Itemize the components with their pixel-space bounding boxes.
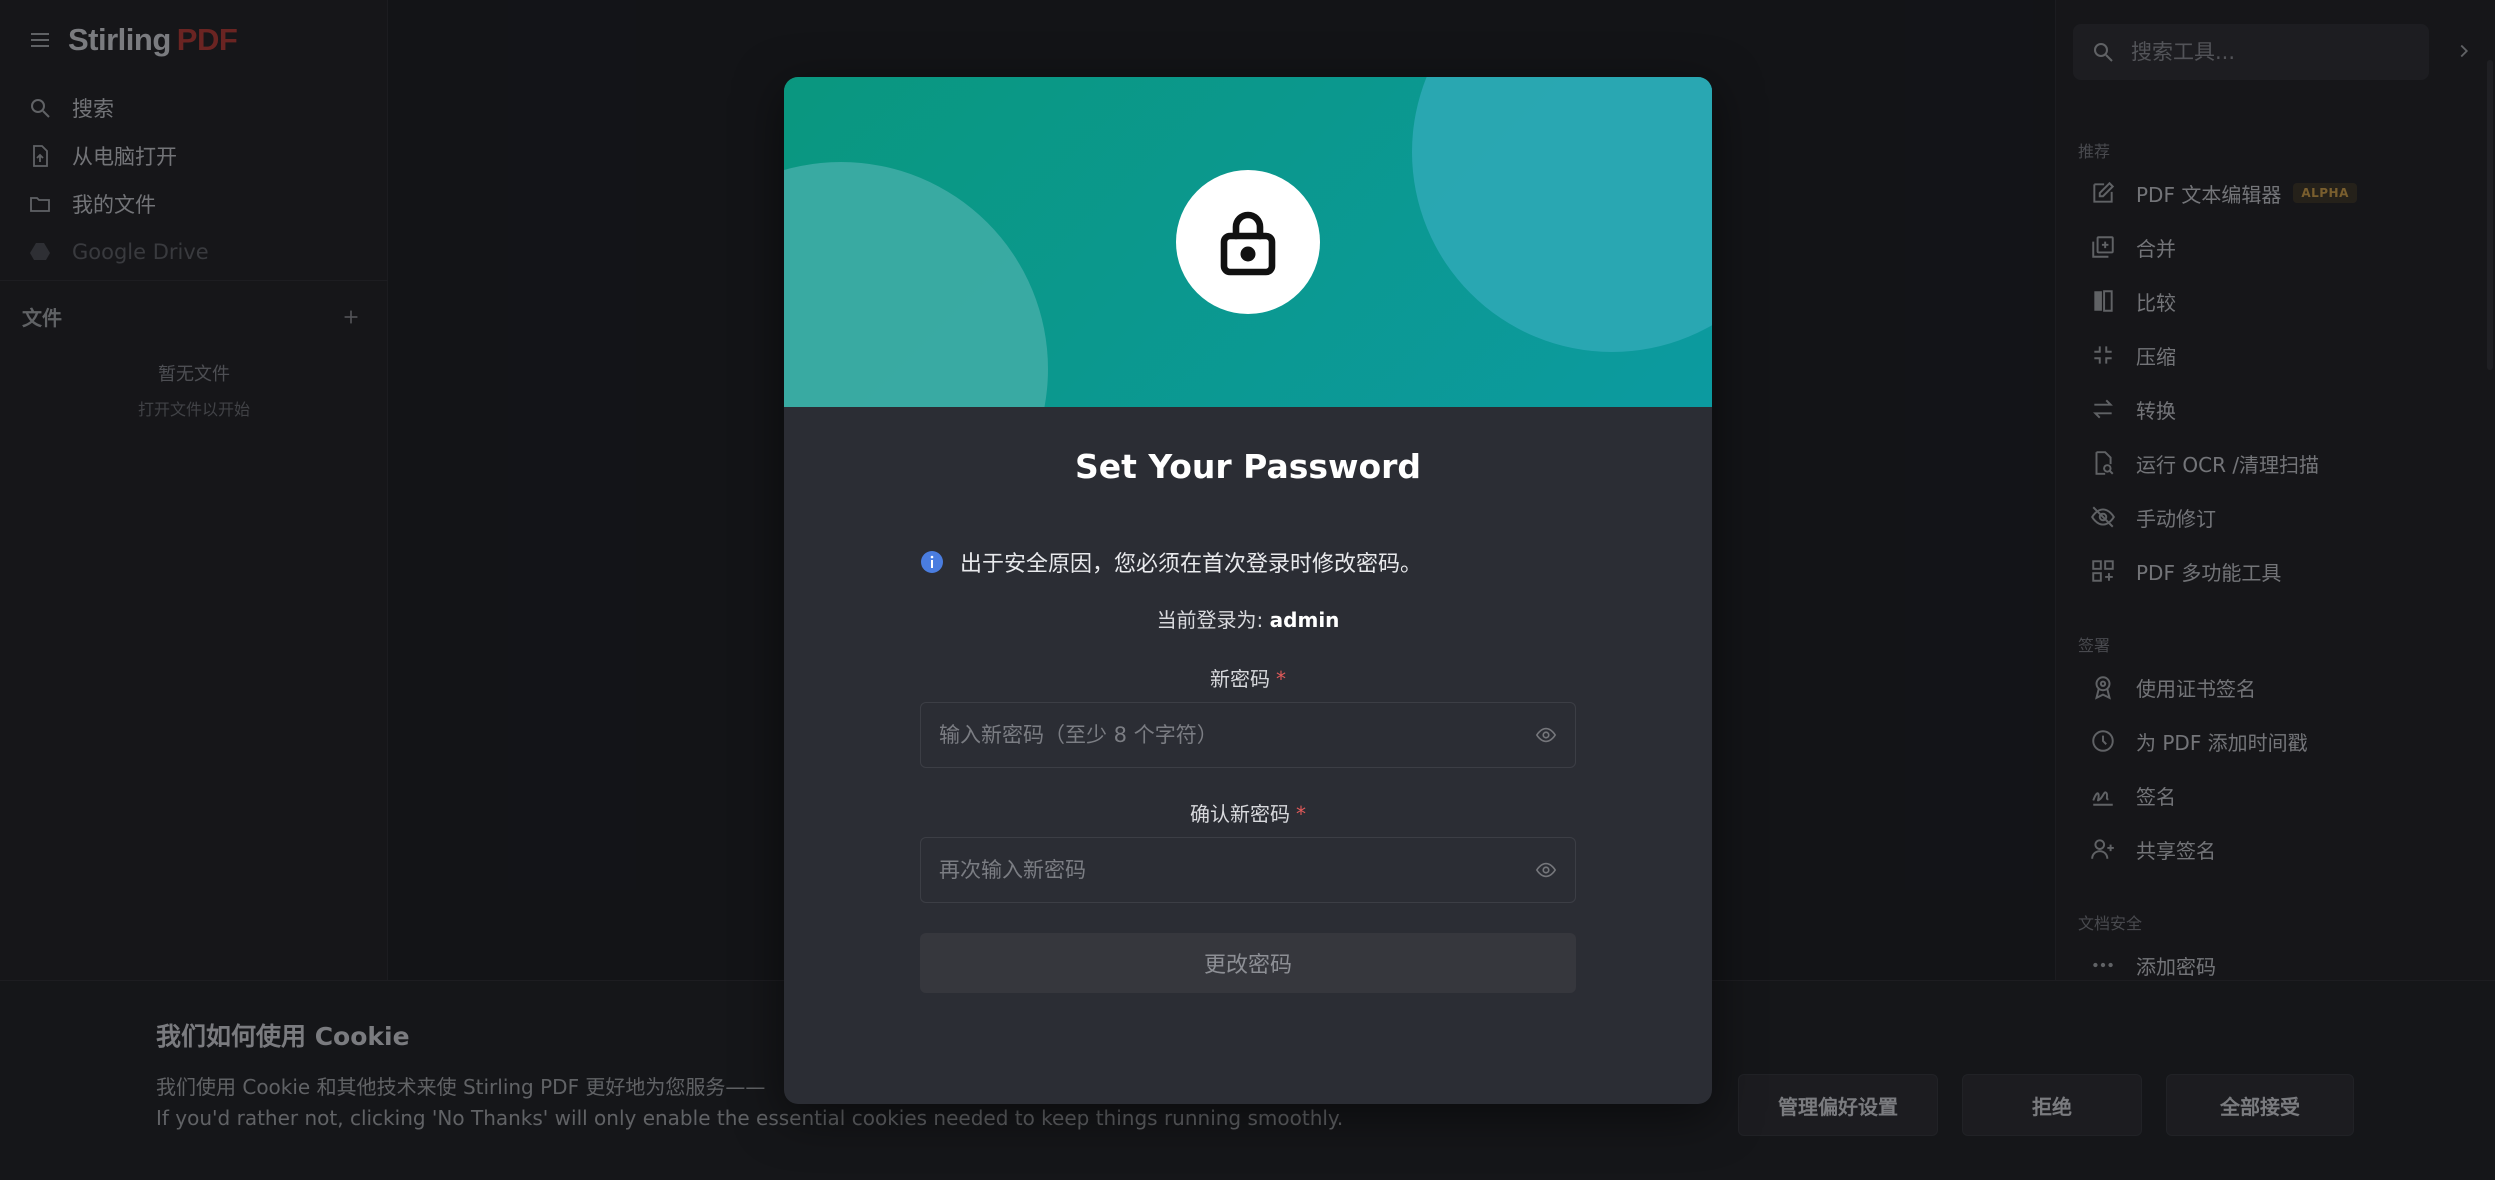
new-password-label-text: 新密码 — [1210, 667, 1270, 691]
username: admin — [1269, 608, 1340, 632]
modal-title: Set Your Password — [1074, 447, 1422, 486]
change-password-button[interactable]: 更改密码 — [920, 933, 1576, 993]
lock-icon — [1220, 211, 1276, 276]
hero-decoration — [1412, 77, 1712, 352]
eye-icon[interactable] — [1535, 724, 1557, 746]
info-icon — [921, 551, 943, 573]
modal-hero — [784, 77, 1712, 407]
set-password-modal: Set Your Password 出于安全原因，您必须在首次登录时修改密码。 … — [784, 77, 1712, 1104]
new-password-input[interactable] — [939, 723, 1535, 747]
logged-in-as: 当前登录为: admin — [920, 604, 1576, 633]
confirm-password-label-text: 确认新密码 — [1190, 802, 1290, 826]
confirm-password-label: 确认新密码 * — [920, 798, 1576, 827]
lock-badge — [1176, 170, 1320, 314]
new-password-field — [920, 702, 1576, 768]
new-password-label: 新密码 * — [920, 663, 1576, 692]
security-notice: 出于安全原因，您必须在首次登录时修改密码。 — [920, 546, 1576, 578]
confirm-password-input[interactable] — [939, 858, 1535, 882]
hero-decoration — [784, 162, 1048, 407]
security-notice-text: 出于安全原因，您必须在首次登录时修改密码。 — [960, 552, 1423, 577]
required-mark: * — [1296, 802, 1306, 826]
logged-in-prefix: 当前登录为: — [1156, 608, 1270, 632]
confirm-password-field — [920, 837, 1576, 903]
modal-body: Set Your Password 出于安全原因，您必须在首次登录时修改密码。 … — [784, 447, 1712, 993]
eye-icon[interactable] — [1535, 859, 1557, 881]
required-mark: * — [1276, 667, 1286, 691]
